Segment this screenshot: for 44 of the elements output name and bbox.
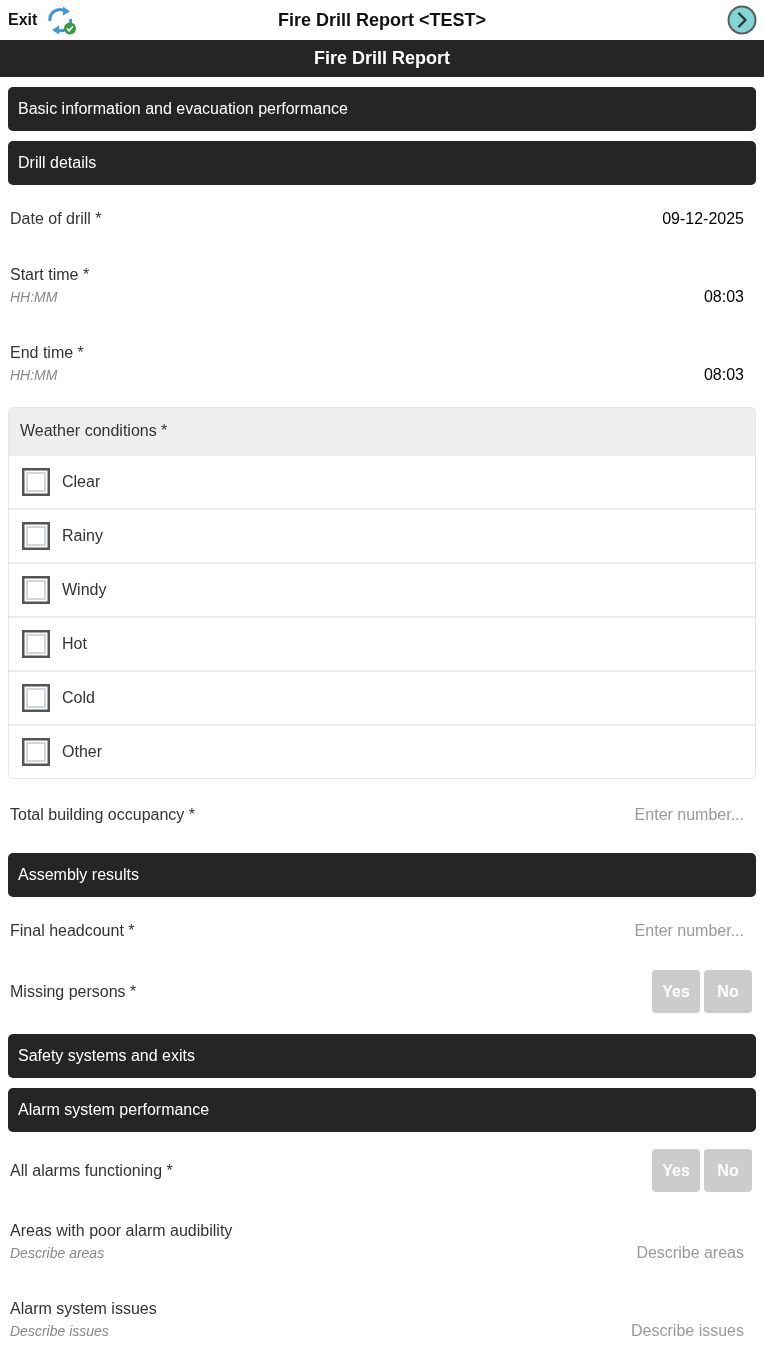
- field-hint: HH:MM: [10, 288, 59, 307]
- checkbox[interactable]: [22, 468, 50, 496]
- input-field[interactable]: Enter number...: [544, 804, 744, 826]
- section-header: Drill details: [8, 141, 756, 185]
- option-label: Hot: [62, 634, 87, 654]
- form-title-bar: Fire Drill Report: [0, 40, 764, 77]
- next-button[interactable]: [727, 5, 757, 35]
- field-label: Total building occupancy *: [10, 805, 195, 825]
- section-header: Basic information and evacuation performance: [8, 87, 756, 131]
- input-field[interactable]: Enter number...: [544, 920, 744, 942]
- field-label: Date of drill *: [10, 209, 102, 229]
- field-label: Missing persons *: [10, 981, 137, 1002]
- field-hint: Describe issues: [10, 1322, 110, 1341]
- checkbox[interactable]: [22, 738, 50, 766]
- option-label: Cold: [62, 688, 95, 708]
- exit-button[interactable]: Exit: [8, 10, 38, 30]
- section-header: Assembly results: [8, 853, 756, 897]
- option-label: Clear: [62, 472, 101, 492]
- arrow-circle-icon: [727, 5, 757, 35]
- section-header: Alarm system performance: [8, 1088, 756, 1132]
- app-title: Fire Drill Report <TEST>: [277, 8, 486, 32]
- field-hint: Describe areas: [10, 1244, 106, 1263]
- group-header: Weather conditions *: [9, 408, 755, 454]
- checkbox[interactable]: [22, 576, 50, 604]
- input-field[interactable]: 09-12-2025: [544, 208, 744, 230]
- input-field[interactable]: Describe issues: [544, 1320, 744, 1342]
- checkbox[interactable]: [22, 522, 50, 550]
- checkbox[interactable]: [22, 630, 50, 658]
- section-header: Safety systems and exits: [8, 1034, 756, 1078]
- field-label: All alarms functioning *: [10, 1160, 173, 1181]
- field-label: Alarm system issues: [10, 1299, 157, 1319]
- input-field[interactable]: Describe areas: [544, 1242, 744, 1264]
- option-label: Windy: [62, 580, 107, 600]
- input-field[interactable]: 08:03: [544, 286, 744, 308]
- sync-icon[interactable]: [45, 5, 78, 35]
- option-label: Other: [62, 742, 102, 762]
- field-label: Areas with poor alarm audibility: [10, 1221, 233, 1241]
- checkbox[interactable]: [22, 684, 50, 712]
- field-label: End time *: [10, 343, 84, 363]
- option-label: Rainy: [62, 526, 103, 546]
- input-field[interactable]: 08:03: [544, 364, 744, 386]
- field-label: Final headcount *: [10, 921, 135, 941]
- field-hint: HH:MM: [10, 366, 59, 385]
- field-label: Start time *: [10, 265, 90, 285]
